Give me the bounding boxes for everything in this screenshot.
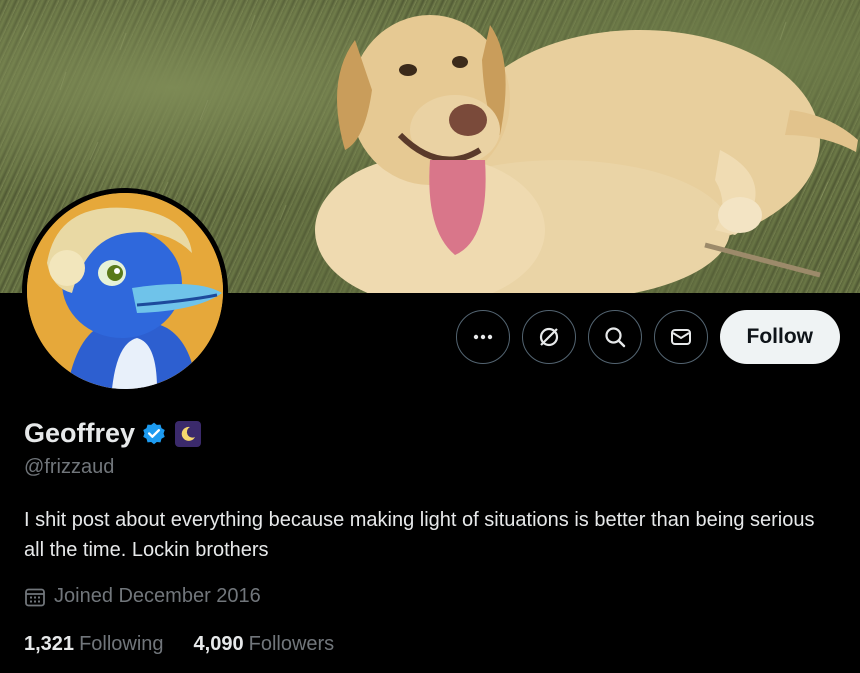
followers-link[interactable]: 4,090 Followers bbox=[194, 633, 335, 656]
display-name: Geoffrey bbox=[24, 418, 136, 448]
profile-name-row: Geoffrey bbox=[24, 418, 202, 449]
joined-text: Joined December 2016 bbox=[54, 585, 261, 607]
follow-button[interactable]: Follow bbox=[719, 310, 840, 364]
avatar-image bbox=[27, 193, 223, 389]
following-link[interactable]: 1,321 Following bbox=[24, 633, 164, 656]
profile-bio: I shit post about everything because mak… bbox=[24, 509, 815, 561]
message-icon bbox=[670, 329, 691, 345]
profile-page: Follow Geoffrey @frizzaud I shit post ab… bbox=[0, 0, 860, 673]
following-count: 1,321 bbox=[24, 633, 75, 655]
verified-badge-icon[interactable] bbox=[141, 421, 167, 447]
calendar-icon bbox=[25, 588, 45, 606]
profile-actions: Follow bbox=[455, 310, 840, 364]
more-icon bbox=[473, 334, 492, 340]
dolphin-avatar-illustration bbox=[27, 193, 223, 389]
followers-label: Followers bbox=[248, 633, 335, 655]
search-icon bbox=[604, 327, 625, 348]
moon-badge[interactable] bbox=[175, 420, 202, 447]
grok-button[interactable] bbox=[521, 310, 576, 364]
grok-icon bbox=[539, 327, 558, 347]
following-label: Following bbox=[79, 633, 164, 655]
followers-count: 4,090 bbox=[193, 633, 244, 655]
profile-stats: 1,321 Following 4,090 Followers bbox=[24, 633, 334, 656]
more-button[interactable] bbox=[455, 310, 510, 364]
profile-avatar[interactable] bbox=[22, 188, 228, 394]
joined-date: Joined December 2016 bbox=[24, 585, 261, 608]
profile-handle: @frizzaud bbox=[24, 456, 115, 478]
search-button[interactable] bbox=[587, 310, 642, 364]
message-button[interactable] bbox=[653, 310, 708, 364]
moon-icon bbox=[181, 426, 196, 441]
